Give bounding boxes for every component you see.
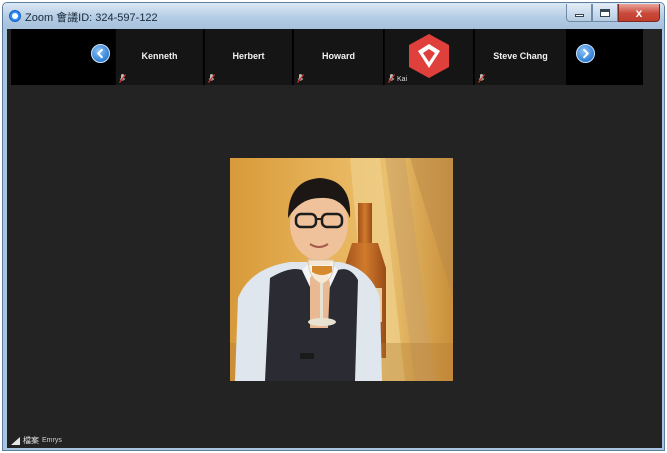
red-hexagon-logo-icon bbox=[409, 34, 449, 78]
maximize-button[interactable] bbox=[592, 4, 618, 22]
minimize-icon bbox=[574, 14, 584, 17]
speaker-name: 檔案 bbox=[23, 436, 39, 445]
active-speaker-label: 檔案 Emrys bbox=[11, 435, 62, 446]
participant-tile-kenneth[interactable]: Kenneth bbox=[115, 29, 203, 85]
meeting-area: Kenneth Herbert Howard Kai Steve Chang 檔… bbox=[7, 29, 662, 448]
signal-strength-icon bbox=[11, 436, 20, 445]
active-speaker-video bbox=[230, 158, 453, 381]
zoom-app-icon bbox=[9, 10, 21, 22]
title-bar[interactable]: Zoom 會議ID: 324-597-122 x bbox=[3, 3, 664, 29]
participant-tile-herbert[interactable]: Herbert bbox=[204, 29, 292, 85]
participant-tile-howard[interactable]: Howard bbox=[293, 29, 383, 85]
participant-tile-kai[interactable]: Kai bbox=[384, 29, 473, 85]
speaker-photo bbox=[230, 158, 453, 381]
chevron-right-icon bbox=[583, 48, 589, 59]
participant-name: Steve Chang bbox=[493, 51, 548, 61]
filmstrip-next-button[interactable] bbox=[576, 44, 595, 63]
muted-mic-icon bbox=[478, 74, 485, 83]
muted-mic-icon bbox=[388, 74, 395, 83]
muted-mic-icon bbox=[297, 74, 304, 83]
window-controls: x bbox=[566, 4, 660, 23]
zoom-window: Zoom 會議ID: 324-597-122 x Kenneth Herbert… bbox=[2, 2, 665, 451]
close-button[interactable]: x bbox=[618, 4, 660, 22]
participant-name: Herbert bbox=[232, 51, 265, 61]
participant-name: Kenneth bbox=[141, 51, 178, 61]
close-icon: x bbox=[635, 5, 643, 20]
speaker-sub-label: Emrys bbox=[42, 437, 62, 444]
participant-caption: Kai bbox=[397, 76, 408, 83]
muted-mic-icon bbox=[208, 74, 215, 83]
chevron-left-icon bbox=[97, 48, 103, 59]
participant-tile-steve-chang[interactable]: Steve Chang bbox=[474, 29, 566, 85]
participant-filmstrip: Kenneth Herbert Howard Kai Steve Chang bbox=[11, 29, 643, 85]
participant-name: Howard bbox=[321, 51, 355, 61]
logo-avatar bbox=[385, 32, 473, 80]
filmstrip-prev-button[interactable] bbox=[91, 44, 110, 63]
muted-mic-icon bbox=[119, 74, 126, 83]
minimize-button[interactable] bbox=[566, 4, 592, 22]
window-title: Zoom 會議ID: 324-597-122 bbox=[25, 12, 158, 24]
maximize-icon bbox=[600, 8, 610, 17]
